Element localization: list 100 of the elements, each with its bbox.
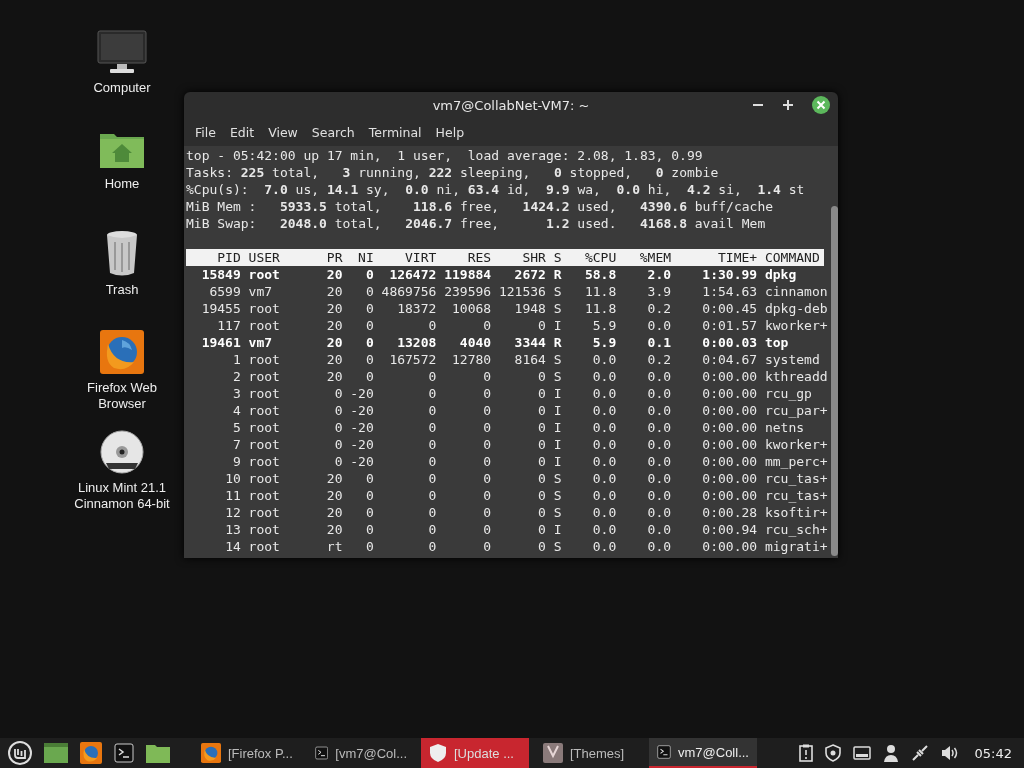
menu-item[interactable]: Edit	[222, 124, 262, 140]
table-cell-text: 0	[537, 419, 546, 436]
table-cell-text: 19461	[200, 334, 241, 351]
table-cell-text: 0:00.00	[701, 436, 758, 453]
clipboard-icon[interactable]	[798, 744, 813, 762]
desktop-icon-label[interactable]: Trash	[66, 282, 178, 298]
table-cell-text: 0	[364, 283, 374, 300]
window-title: vm7@CollabNet-VM7: ~	[432, 97, 590, 113]
table-cell-text: 0	[427, 470, 437, 487]
table-cell-text: 13	[224, 521, 241, 538]
table-cell: S	[553, 300, 562, 317]
table-cell-text: 0	[537, 402, 546, 419]
table-cell-text: root	[248, 266, 281, 283]
menu-item[interactable]: Help	[428, 124, 472, 140]
table-cell-text: 5.9	[591, 334, 617, 351]
maximize-icon[interactable]	[782, 99, 794, 111]
table-cell: rcu_tas+	[764, 487, 828, 504]
trash-icon[interactable]	[106, 230, 138, 276]
table-cell-text: netns	[764, 419, 806, 436]
table-cell-text: root	[248, 385, 281, 402]
taskbar-window-button[interactable]: [Firefox P...	[193, 738, 301, 768]
desktop-icon-label[interactable]: Linux Mint 21.1 Cinnamon 64-bit	[66, 480, 178, 512]
summary-line: MiB Mem : 5933.5 total, 118.6 free, 1424.2 used, 4390.6 buff/cache	[186, 198, 775, 215]
table-cell-text: 1	[231, 351, 241, 368]
column-header: S	[553, 249, 562, 266]
table-cell-text: 0	[364, 368, 374, 385]
table-cell-text: 0	[333, 453, 343, 470]
table-cell-text: 2672	[513, 266, 546, 283]
keyboard-icon[interactable]	[852, 746, 871, 760]
monitor-icon[interactable]	[97, 30, 147, 74]
table-cell: rcu_par+	[764, 402, 828, 419]
taskbar-window-button[interactable]: [vm7@Col...	[307, 738, 415, 768]
column-header: VIRT	[404, 249, 437, 266]
table-cell-text: 0	[364, 351, 374, 368]
taskbar-window-button[interactable]: [Themes]	[535, 738, 643, 768]
menu-icon[interactable]	[8, 741, 32, 765]
table-cell: mm_perc+	[764, 453, 828, 470]
table-cell-text: 20	[325, 317, 343, 334]
column-header: %CPU	[583, 249, 617, 266]
table-cell: S	[553, 538, 562, 555]
table-cell: kthreadd	[764, 368, 828, 385]
table-cell-text: root	[248, 538, 281, 555]
menu-item[interactable]: View	[261, 124, 305, 140]
table-cell-text: 58.8	[583, 266, 617, 283]
table-cell-text: 0	[427, 436, 437, 453]
table-cell-text: 6599	[208, 283, 241, 300]
table-cell-text: 0	[427, 521, 437, 538]
table-cell: -20	[350, 385, 374, 402]
table-cell-text: 2	[231, 368, 241, 385]
table-cell: 4869756	[381, 283, 437, 300]
table-cell-text: 0	[427, 487, 437, 504]
network-plug-icon[interactable]	[910, 744, 929, 762]
table-cell-text: 19455	[200, 300, 241, 317]
table-cell-text: 0.0	[646, 521, 672, 538]
table-cell-text: 0	[427, 453, 437, 470]
table-cell-text: 20	[325, 470, 343, 487]
themes-icon	[543, 743, 563, 763]
taskbar-window-button[interactable]: vm7@Coll...	[649, 738, 757, 768]
desktop-icon-label[interactable]: Home	[66, 176, 178, 192]
column-header: COMMAND	[764, 249, 821, 266]
column-header: SHR	[521, 249, 546, 266]
table-cell: kworker+	[764, 436, 828, 453]
menu-item[interactable]: File	[188, 124, 223, 140]
volume-icon[interactable]	[940, 745, 959, 761]
table-cell-text: vm7	[248, 334, 274, 351]
table-cell: 121536	[498, 283, 546, 300]
table-cell-text: 0	[364, 317, 374, 334]
table-cell: I	[553, 317, 562, 334]
table-cell: S	[553, 351, 562, 368]
folder-icon[interactable]	[146, 743, 170, 763]
table-cell-text: 12780	[451, 351, 492, 368]
table-cell: S	[553, 470, 562, 487]
table-cell-text: 1:30.99	[701, 266, 758, 283]
dvd-disc-icon[interactable]	[100, 430, 144, 474]
table-cell-text: root	[248, 419, 281, 436]
table-cell-text: 0:00.00	[701, 368, 758, 385]
table-cell: I	[553, 419, 562, 436]
clock[interactable]: 05:42	[974, 745, 1012, 761]
desktop-icon-label[interactable]: Computer	[66, 80, 178, 96]
table-cell-text: root	[248, 504, 281, 521]
table-cell-text: root	[248, 470, 281, 487]
table-cell-text: 0:00.00	[701, 470, 758, 487]
close-icon[interactable]	[812, 96, 830, 114]
menu-item[interactable]: Terminal	[361, 124, 429, 140]
column-header: PR	[325, 249, 343, 266]
table-cell: -20	[350, 419, 374, 436]
user-icon[interactable]	[882, 744, 899, 762]
table-cell: I	[553, 453, 562, 470]
table-cell-text: 0	[333, 436, 343, 453]
table-cell-text: 0.0	[591, 521, 617, 538]
menu-item[interactable]: Search	[304, 124, 362, 140]
desktop-icon-label[interactable]: Firefox Web Browser	[66, 380, 178, 412]
shield-icon[interactable]	[824, 744, 841, 762]
table-cell: kworker+	[764, 317, 828, 334]
table-cell-text: 10068	[451, 300, 492, 317]
summary-line: top - 05:42:00 up 17 min, 1 user, load average: 2.08, 1.83, 0.99	[186, 147, 704, 164]
taskbar-window-button[interactable]: [Update ...	[421, 738, 529, 768]
summary-line: Tasks: 225 total, 3 running, 222 sleeping, 0 stopped, 0 zombie	[186, 164, 720, 181]
terminal-icon[interactable]	[114, 743, 134, 763]
table-cell-text: 0:00.00	[701, 419, 758, 436]
